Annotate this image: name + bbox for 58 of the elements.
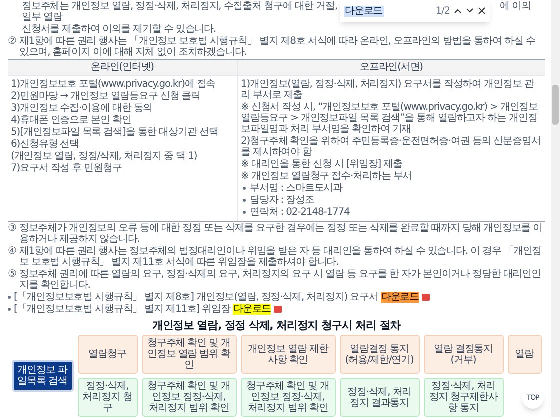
find-query[interactable]: 다운로드 — [344, 6, 384, 16]
next-icon[interactable] — [466, 8, 474, 14]
table-text: 1)개인정보보호 포털(www.privacy.go.kr)에 접속 — [11, 79, 217, 90]
flow-step: 청구주체 확인 및 개인정보 정정·삭제, 처리정지 범위 확인 — [142, 378, 236, 417]
table-text: ※ 신청서 작성 시, “개인정보보호 포털(www.privacy.go.kr) > 개인정보 열람등요구 > 개인정보파일 목록 검색”을 통해 열람하고자 하는 개인정보파일명과 처리 부서명을 확인하여 기재 — [241, 102, 539, 135]
download-link[interactable]: 다운로드 — [381, 292, 419, 303]
table-text: 담당자 : 장성조 — [250, 195, 314, 206]
table-text: 6)신청유형 선택 — [11, 139, 80, 150]
flow-step: 열람 결정통지(거부) — [424, 335, 504, 374]
table-text: 부서명 : 스마트도시과 — [250, 183, 343, 194]
download-label: [「개인정보보호법 시행규칙」 별지 제8호] 개인정보(열람, 정정·삭제, 처리정지) 요구서 — [14, 292, 378, 303]
table-text: 7)요구서 작성 후 민원청구 — [11, 163, 123, 174]
section-title: 개인정보 열람, 정정 삭제, 처리정지 청구시 처리 절차 — [151, 319, 402, 332]
paragraph-text: 정보주체는 개인정보 열람, 정정·삭제, 처리정지, 수집출처 청구에 대한 거절, 일부 열람 — [21, 1, 338, 23]
paragraph-text: 에 이의 — [500, 1, 531, 14]
close-icon[interactable] — [478, 7, 486, 15]
bullet-icon — [243, 211, 246, 214]
flow-step: 정정·삭제, 처리정지 청구제한사항 통지 — [424, 378, 504, 417]
paragraph-text: 정보주체 권리에 따른 열람의 요구, 정정·삭제의 요구, 처리정지의 요구 시 열람 등 요구를 한 자가 본인이거나 정당한 대리인인지를 확인합니다. — [19, 269, 542, 291]
flow-step: 정정·삭제, 처리정지 청구 — [78, 378, 138, 417]
previous-icon[interactable] — [454, 8, 462, 14]
table-text: (개인정보 열람, 정정/삭제, 처리정지 중 택 1) — [11, 151, 198, 162]
bullet-icon — [8, 296, 11, 299]
table-text: 연락처 : 02-2148-1774 — [250, 207, 350, 218]
table-text: 2)민원마당 → 개인정보 열람등요구 신청 클릭 — [11, 91, 202, 102]
flow-step: 정정·삭제, 처리정지 결과통지 — [340, 378, 420, 417]
flow-step: 열람결정 통지 (허용/제한/연기) — [340, 335, 420, 374]
download-link[interactable]: 다운로드 — [233, 304, 272, 315]
table-text: 3)개인정보 수집·이용에 대한 동의 — [11, 103, 154, 114]
table-header: 온라인(인터넷) — [8, 60, 238, 76]
table-text: 1)개인정보(열람, 정정·삭제, 처리정지) 요구서를 작성하여 개인정보 관리 부서로 제출 — [241, 79, 536, 101]
table-text: ※ 대리인을 통한 신청 시 [위임장] 제출 — [241, 159, 404, 170]
start-step: 개인정보 파일목록 검색 — [12, 360, 74, 392]
bullet-icon — [243, 199, 246, 202]
flow-step: 개인정보 열람 제한사항 확인 — [240, 335, 336, 374]
bullet-icon — [243, 187, 246, 190]
table-text: ※ 개인정보 열람청구 접수·처리하는 부서 — [241, 171, 414, 182]
flow-step: 청구주체 확인 및 개인정보 정정·삭제, 처리정지 범위 확인 — [240, 378, 336, 417]
paragraph-marker: ⑤ — [8, 269, 16, 282]
flow-step: 청구주체 확인 및 개인정보 열람 범위 확인 — [142, 335, 236, 374]
paragraph-text: 정보주체가 개인정보의 오류 등에 대한 정정 또는 삭제를 요구한 경우에는 정정 또는 삭제를 완료할 때까지 당해 개인정보를 이용하거나 제공하지 않습니다. — [19, 223, 544, 245]
table-text: 4)휴대폰 인증으로 본인 확인 — [11, 115, 132, 126]
flow-step: 열람 — [508, 335, 542, 374]
paragraph-text: 제1항에 따른 권리 행사는 정보주체의 법정대리인이나 위임을 받은 자 등 대리인을 통하여 하실 수 있습니다. 이 경우 「개인정보 보호법 시행규칙」 별지 제11호 서식에 따른 위임장을 제출하셔야 합니다. — [19, 246, 543, 268]
paragraph-text: 제1항에 따른 권리 행사는 「개인정보 보호법 시행규칙」 별지 제8호 서식에 따라 온라인, 오프라인의 방법을 통하여 하실 수 있으며, 홈페이지 이에 대해 지체 없이 조치하겠습니다. — [19, 36, 536, 58]
match-count: 1/2 — [436, 6, 450, 16]
file-icon — [274, 306, 282, 313]
paragraph-marker: ③ — [8, 223, 16, 236]
download-label: [「개인정보보호법 시행규칙」 별지 제11호] 위임장 — [14, 304, 230, 315]
paragraph-text: 신청서를 제출하여 이의를 제기할 수 있습니다. — [21, 24, 218, 35]
table-header: 오프라인(서면) — [238, 60, 545, 76]
table-text: 2)청구주체 확인을 위하여 주민등록증·운전면허증·여권 등의 신분증명서를 제시하여야 함 — [241, 136, 542, 158]
flow-step: 열람청구 — [78, 335, 138, 374]
file-icon — [422, 294, 430, 301]
paragraph-marker: ② — [8, 36, 16, 49]
bullet-icon — [8, 308, 11, 311]
table-text: 5)[개인정보파일 목록 검색]을 통한 대상기관 선택 — [11, 127, 220, 138]
paragraph-marker: ④ — [8, 246, 16, 259]
